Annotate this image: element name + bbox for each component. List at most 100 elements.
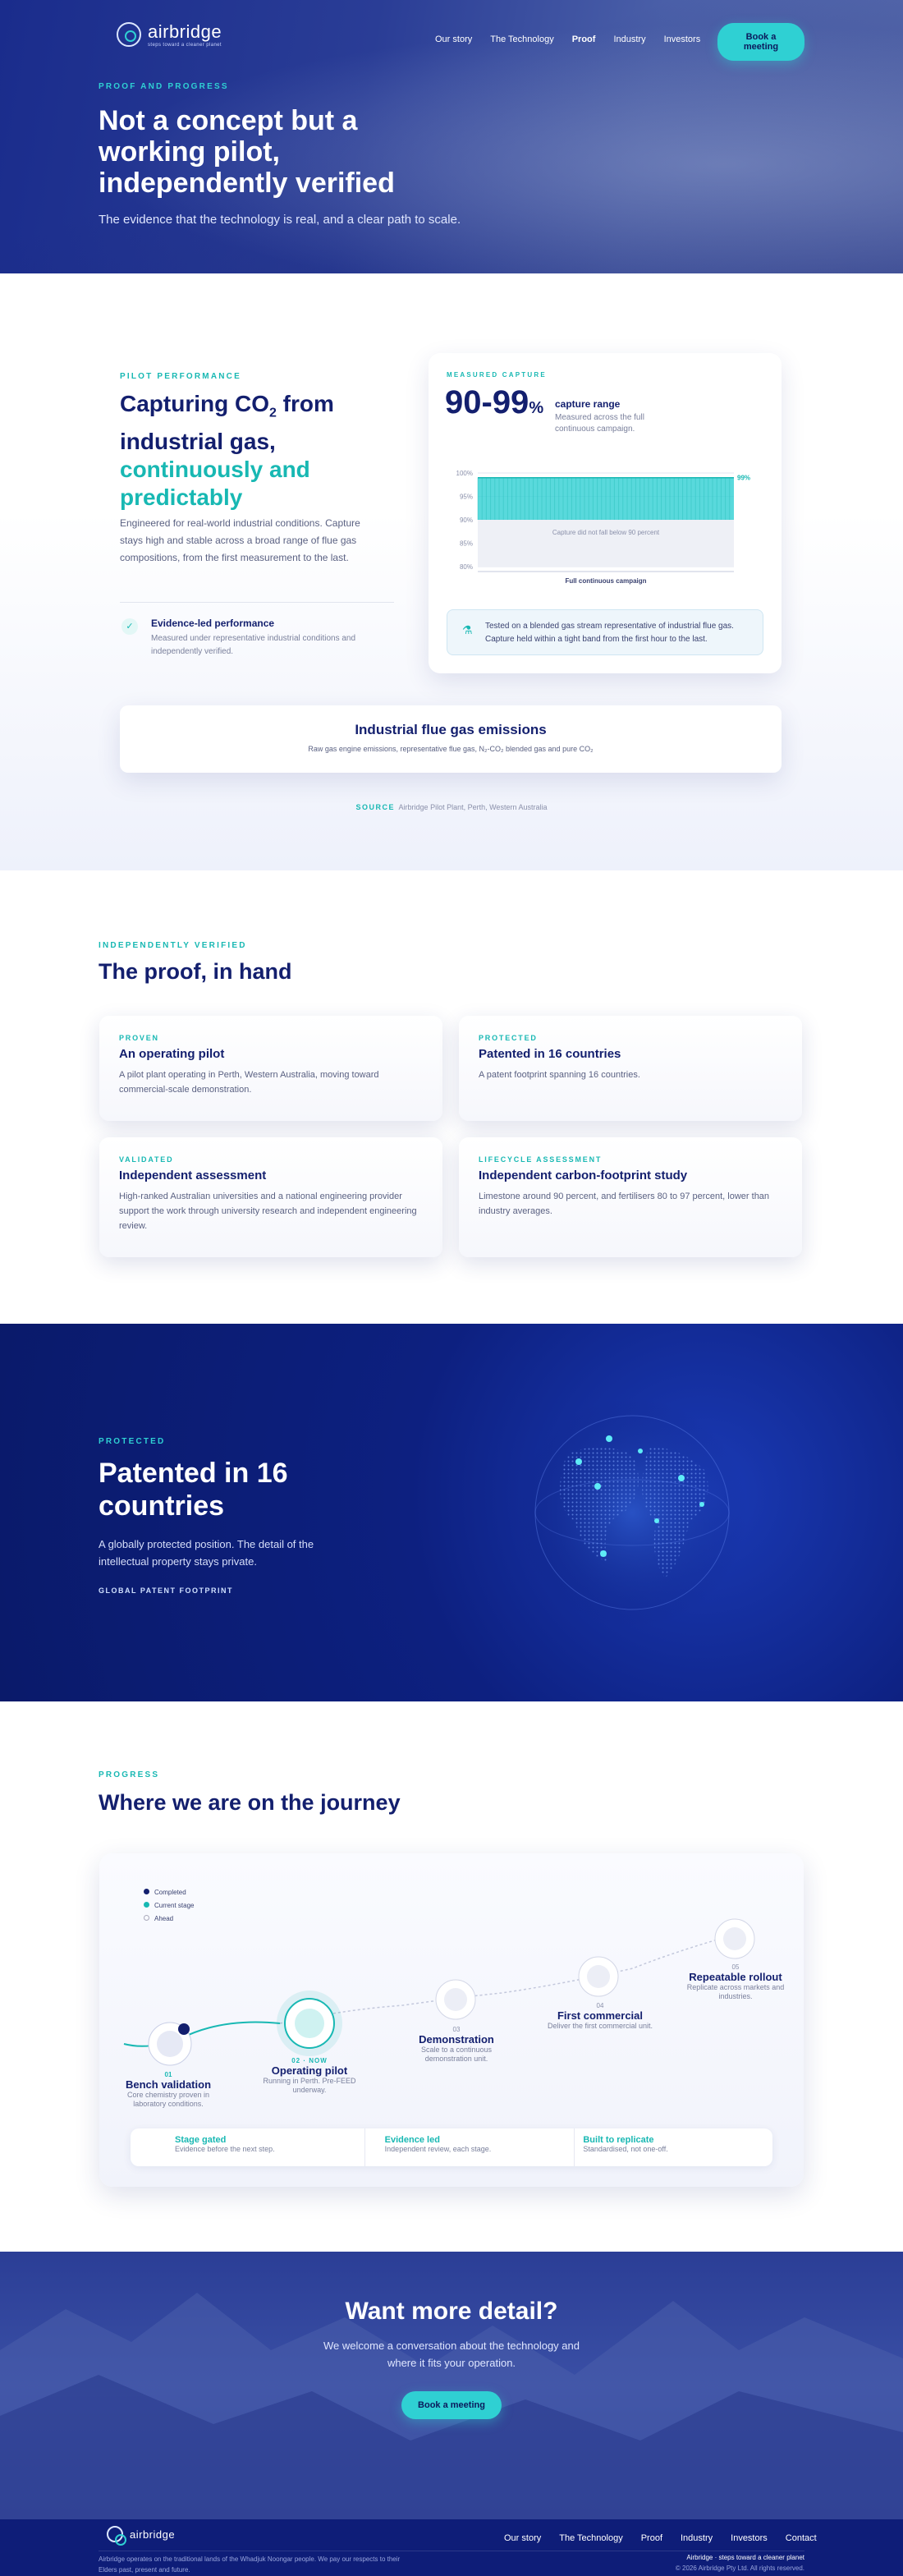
emissions-desc: Raw gas engine emissions, representative… <box>308 745 594 753</box>
mountain-backdrop <box>0 2293 903 2519</box>
check-icon: ✓ <box>121 618 138 635</box>
footer-logo[interactable]: airbridge <box>107 2526 176 2546</box>
pilot-body: Engineered for real-world industrial con… <box>120 517 360 563</box>
proof-title: The proof, in hand <box>99 959 292 984</box>
emissions-card: Industrial flue gas emissions Raw gas en… <box>120 705 782 773</box>
chart-note-box: ⚗ Tested on a blended gas stream represe… <box>447 609 763 655</box>
footer-nav-investors[interactable]: Investors <box>731 2533 768 2543</box>
brand-logo[interactable]: airbridge steps toward a cleaner planet <box>117 21 222 48</box>
main-nav: Our story The Technology Proof Industry Inve… <box>417 31 700 46</box>
patent-kicker: PROTECTED <box>99 1437 166 1446</box>
nav-industry[interactable]: Industry <box>613 34 645 44</box>
card-title: Independent assessment <box>119 1169 267 1182</box>
proof-card-assessment: VALIDATED Independent assessment High-rank… <box>99 1137 442 1257</box>
brand-tagline: steps toward a cleaner planet <box>148 43 222 48</box>
y-tick-label: 95% <box>460 494 473 501</box>
stage-rollout: 05 Repeatable rollout Replicate across mar… <box>686 1963 785 2000</box>
proof-kicker: INDEPENDENTLY VERIFIED <box>99 941 247 950</box>
journey-title: Where we are on the journey <box>99 1790 401 1815</box>
feature-body: Measured under representative industrial… <box>151 634 356 656</box>
stage-bench: 01 Bench validation Core chemistry proven … <box>125 2071 212 2108</box>
cta-body: We welcome a conversation about the tech… <box>323 2340 580 2369</box>
card-kicker: VALIDATED <box>119 1155 174 1164</box>
footer-nav-technology[interactable]: The Technology <box>559 2533 622 2543</box>
footer-nav-industry[interactable]: Industry <box>681 2533 713 2543</box>
footer-copyright: © 2026 Airbridge Pty Ltd. All rights res… <box>675 2565 804 2572</box>
pilot-performance-section: PILOT PERFORMANCE Capturing CO2 from ind… <box>0 273 903 870</box>
nav-our-story[interactable]: Our story <box>435 34 472 44</box>
y-tick-label: 100% <box>456 470 473 477</box>
globe-icon <box>517 1398 747 1628</box>
flask-icon: ⚗ <box>462 623 473 636</box>
hero-section: airbridge steps toward a cleaner planet … <box>0 0 903 273</box>
footer-tagline: Airbridge · steps toward a cleaner plane… <box>686 2554 804 2561</box>
airbridge-logo-icon <box>107 2526 126 2546</box>
brand-name: airbridge <box>148 21 222 42</box>
card-title: An operating pilot <box>119 1047 225 1061</box>
y-tick-label: 80% <box>460 563 473 571</box>
capture-range-desc: Measured across the full continuous camp… <box>555 413 644 434</box>
proof-section: INDEPENDENTLY VERIFIED The proof, in han… <box>0 870 903 1324</box>
stage-demonstration: 03 Demonstration Scale to a continuous dem… <box>419 2026 494 2063</box>
card-desc: A pilot plant operating in Perth, Wester… <box>119 1070 379 1095</box>
proof-card-pilot: PROVEN An operating pilot A pilot plant op… <box>99 1016 442 1121</box>
y-tick-label: 85% <box>460 540 473 548</box>
proof-card-lifecycle: LIFECYCLE ASSESSMENT Independent carbon-f… <box>459 1137 802 1257</box>
card-title: Independent carbon-footprint study <box>479 1169 688 1182</box>
band-note: Capture did not fall below 90 percent <box>552 529 660 536</box>
divider <box>120 602 394 603</box>
pilot-title: Capturing CO2 from industrial gas, contin… <box>120 391 334 510</box>
measured-capture-card: MEASURED CAPTURE 90-99% capture range Me… <box>429 353 782 673</box>
chart-note: Tested on a blended gas stream represent… <box>485 622 734 644</box>
y-tick-label: 90% <box>460 517 473 524</box>
cta-section: Want more detail? We welcome a conversat… <box>0 2252 903 2519</box>
card-desc: A patent footprint spanning 16 countries… <box>479 1070 640 1080</box>
capture-chart: 100% 95% 90% 85% 80% 99% Capture did not fall … <box>456 470 750 585</box>
pillar-stage-gated: Stage gated Evidence before the next step… <box>175 2135 275 2153</box>
journey-kicker: PROGRESS <box>99 1770 160 1779</box>
end-label: 99% <box>737 475 750 482</box>
footer-acknowledgement: Airbridge operates on the traditional la… <box>99 2555 401 2574</box>
hero-subtitle: The evidence that the technology is real… <box>99 213 461 227</box>
cta-book-meeting-button[interactable]: Book a meeting <box>401 2391 502 2419</box>
pillar-replicate: Built to replicate Standardised, not one-… <box>574 2128 772 2166</box>
journey-pillars: Stage gated Evidence before the next step… <box>131 2128 772 2166</box>
footer-brand: airbridge <box>130 2528 176 2541</box>
footer-nav: Our story The Technology Proof Industry Inve… <box>486 2530 817 2545</box>
nav-proof[interactable]: Proof <box>572 34 596 44</box>
nav-investors[interactable]: Investors <box>664 34 701 44</box>
card-kicker: PROVEN <box>119 1034 159 1042</box>
card-desc: High-ranked Australian universities and … <box>119 1192 417 1231</box>
footer-nav-contact[interactable]: Contact <box>786 2533 817 2543</box>
pillar-evidence-led: Evidence led Independent review, each sta… <box>364 2128 575 2166</box>
proof-card-patent: PROTECTED Patented in 16 countries A paten… <box>459 1016 802 1121</box>
airbridge-logo-icon <box>117 22 141 47</box>
measured-kicker: MEASURED CAPTURE <box>447 371 547 379</box>
pilot-kicker: PILOT PERFORMANCE <box>120 372 241 381</box>
hero-title: Not a concept but a working pilot, indep… <box>99 105 395 199</box>
patent-title: Patented in 16 countries <box>99 1458 288 1522</box>
cta-title: Want more detail? <box>345 2298 558 2325</box>
capture-value: 90-99% <box>445 384 544 420</box>
journey-card: Completed Current stage Ahead 01 Bench va… <box>99 1853 804 2187</box>
nav-technology[interactable]: The Technology <box>490 34 553 44</box>
emissions-title: Industrial flue gas emissions <box>355 722 547 737</box>
below-band <box>478 520 734 567</box>
x-axis-label: Full continuous campaign <box>565 577 646 585</box>
patent-section: PROTECTED Patented in 16 countries A glo… <box>0 1324 903 1701</box>
card-kicker: LIFECYCLE ASSESSMENT <box>479 1155 603 1164</box>
stage-pilot: 02 · NOW Operating pilot Running in Perth.… <box>263 2057 356 2094</box>
book-meeting-button[interactable]: Book a meeting <box>717 23 804 61</box>
footer: airbridge Our story The Technology Proof In… <box>0 2519 903 2576</box>
patent-body: A globally protected position. The detai… <box>99 1538 314 1568</box>
footer-nav-our-story[interactable]: Our story <box>504 2533 541 2543</box>
card-desc: Limestone around 90 percent, and fertili… <box>479 1192 770 1216</box>
journey-section: PROGRESS Where we are on the journey Com… <box>0 1701 903 2252</box>
capture-range-label: capture range <box>555 398 621 410</box>
source-line: SOURCE Airbridge Pilot Plant, Perth, Wes… <box>355 803 548 811</box>
card-kicker: PROTECTED <box>479 1034 538 1042</box>
patent-sub: GLOBAL PATENT FOOTPRINT <box>99 1586 233 1595</box>
feature-title: Evidence-led performance <box>151 618 275 629</box>
card-title: Patented in 16 countries <box>479 1047 621 1061</box>
footer-nav-proof[interactable]: Proof <box>641 2533 662 2543</box>
